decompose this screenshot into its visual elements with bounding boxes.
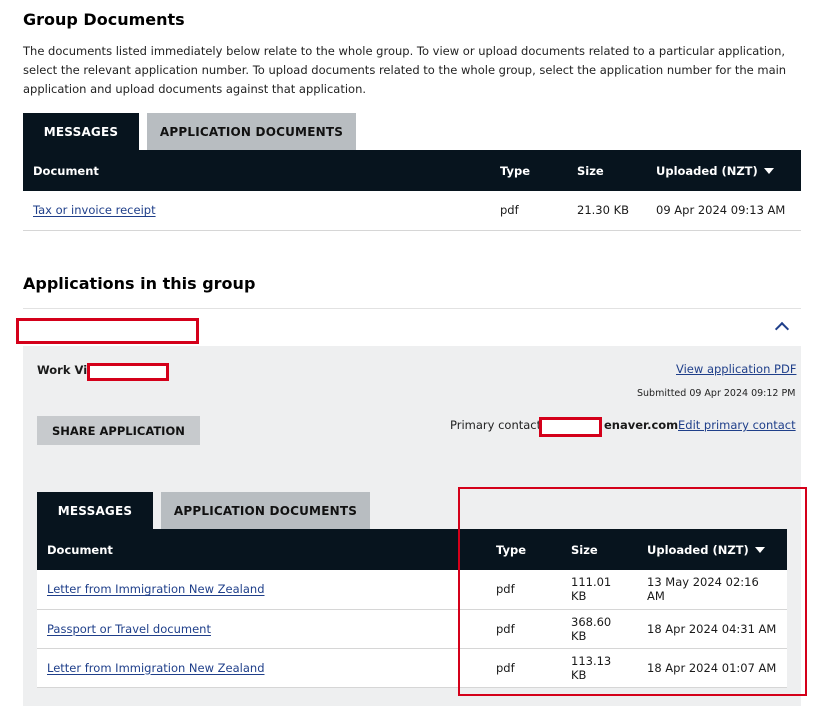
primary-contact-label: Primary contact: — [450, 418, 546, 432]
document-link[interactable]: Passport or Travel document — [47, 622, 211, 636]
chevron-up-icon[interactable] — [774, 321, 790, 337]
document-size: 21.30 KB — [567, 191, 646, 231]
group-documents-table: Document Type Size Uploaded (NZT) Tax or… — [23, 150, 801, 231]
tab-messages[interactable]: MESSAGES — [37, 492, 153, 529]
document-link[interactable]: Letter from Immigration New Zealand — [47, 661, 265, 675]
tab-application-documents[interactable]: APPLICATION DOCUMENTS — [161, 492, 370, 529]
application-tabs: MESSAGES APPLICATION DOCUMENTS — [37, 492, 370, 529]
highlight-box — [458, 487, 807, 696]
primary-contact-email: enaver.com — [604, 418, 679, 432]
group-tabs: MESSAGES APPLICATION DOCUMENTS — [23, 113, 356, 150]
applications-title: Applications in this group — [23, 274, 256, 293]
edit-primary-contact-link[interactable]: Edit primary contact — [678, 418, 796, 432]
tab-messages[interactable]: MESSAGES — [23, 113, 139, 150]
column-type: Type — [500, 163, 531, 178]
column-document: Document — [33, 163, 99, 178]
table-header-row: Document Type Size Uploaded (NZT) — [23, 150, 801, 191]
view-application-pdf-link[interactable]: View application PDF — [676, 362, 796, 376]
redacted-contact-email — [539, 417, 602, 437]
sort-down-icon[interactable] — [763, 168, 774, 174]
column-document: Document — [47, 542, 113, 557]
group-documents-description: The documents listed immediately below r… — [23, 44, 787, 96]
group-documents-title: Group Documents — [23, 10, 185, 29]
column-size: Size — [577, 163, 604, 178]
column-uploaded-label: Uploaded (NZT) — [656, 163, 758, 178]
document-link[interactable]: Letter from Immigration New Zealand — [47, 582, 265, 596]
document-link[interactable]: Tax or invoice receipt — [33, 203, 156, 217]
document-uploaded: 09 Apr 2024 09:13 AM — [646, 191, 801, 231]
share-application-button[interactable]: SHARE APPLICATION — [37, 416, 200, 445]
redacted-visa-name — [87, 363, 169, 381]
submitted-date: Submitted 09 Apr 2024 09:12 PM — [637, 388, 796, 399]
tab-application-documents[interactable]: APPLICATION DOCUMENTS — [147, 113, 356, 150]
visa-type: Work Vis — [37, 363, 94, 377]
column-uploaded[interactable]: Uploaded (NZT) — [646, 150, 801, 191]
redacted-application-number — [16, 318, 199, 344]
document-type: pdf — [490, 191, 567, 231]
table-row: Tax or invoice receipt pdf 21.30 KB 09 A… — [23, 191, 801, 231]
